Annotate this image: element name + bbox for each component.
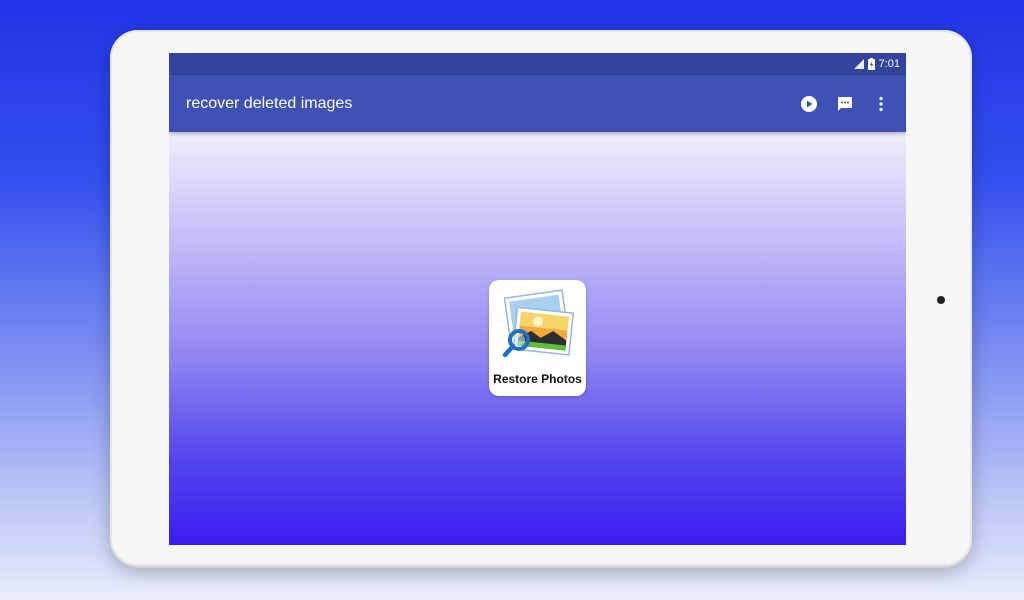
play-button[interactable] — [800, 95, 818, 113]
app-bar: recover deleted images — [169, 75, 906, 132]
camera-lens — [937, 296, 945, 304]
tablet-frame: 7:01 recover deleted images Restore Phot… — [110, 30, 972, 566]
restore-photos-label: Restore Photos — [493, 372, 582, 386]
message-icon — [838, 96, 852, 111]
device-screen: 7:01 recover deleted images Restore Phot… — [169, 53, 906, 545]
overflow-menu-button[interactable] — [872, 95, 890, 113]
status-time: 7:01 — [878, 58, 900, 70]
status-bar: 7:01 — [169, 53, 906, 75]
restore-photos-button[interactable]: Restore Photos — [489, 280, 586, 396]
app-bar-actions — [800, 75, 890, 132]
message-button[interactable] — [836, 95, 854, 113]
more-vert-icon — [879, 96, 883, 111]
photo-search-icon — [502, 289, 575, 358]
app-title: recover deleted images — [186, 94, 353, 112]
signal-icon — [853, 59, 864, 69]
main-content: Restore Photos — [169, 132, 906, 545]
battery-charging-icon — [867, 58, 875, 70]
play-circle-icon — [801, 95, 817, 112]
